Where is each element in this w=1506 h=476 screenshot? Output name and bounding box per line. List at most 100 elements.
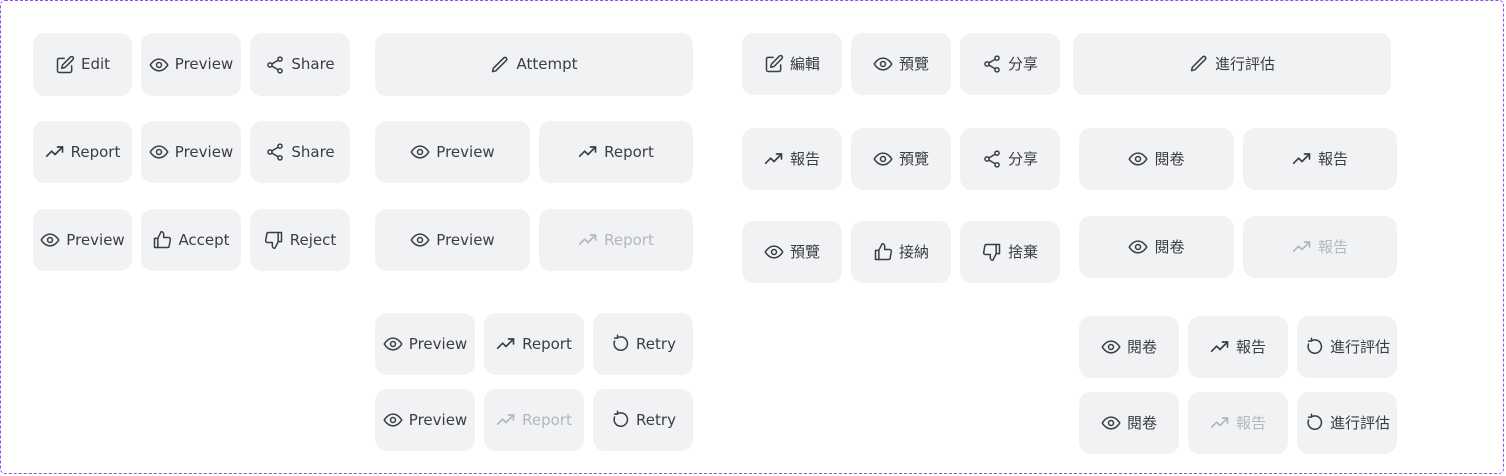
eye-icon	[1101, 413, 1121, 433]
eye-icon	[383, 334, 403, 354]
accept-button-zh[interactable]: 接納	[851, 221, 951, 283]
preview-label: Preview	[436, 230, 495, 249]
thumbs-down-icon	[982, 242, 1002, 262]
review-button-zh[interactable]: 閱卷	[1079, 392, 1179, 454]
accept-label: 接納	[898, 242, 929, 261]
preview-button[interactable]: Preview	[375, 121, 530, 183]
retry-button[interactable]: Retry	[593, 313, 693, 375]
accept-button[interactable]: Accept	[141, 209, 241, 271]
share-label: Share	[291, 142, 335, 161]
preview-label: Preview	[408, 410, 468, 429]
preview-label: Preview	[436, 142, 495, 161]
retry-label: 進行評估	[1329, 413, 1390, 432]
report-button-disabled: Report	[539, 209, 693, 271]
trend-icon	[45, 142, 65, 162]
edit-label: Edit	[80, 55, 111, 73]
reject-button[interactable]: Reject	[250, 209, 350, 271]
thumbs-up-icon	[152, 230, 172, 250]
review-button-zh[interactable]: 閱卷	[1079, 316, 1179, 378]
retry-button[interactable]: Retry	[593, 389, 693, 451]
trend-icon	[496, 410, 516, 430]
preview-button[interactable]: Preview	[33, 209, 132, 271]
attempt-label: 進行評估	[1214, 54, 1275, 73]
report-label: 報告	[1317, 149, 1348, 168]
report-label: Report	[70, 142, 121, 161]
report-button-zh[interactable]: 報告	[1243, 128, 1397, 190]
preview-button-zh[interactable]: 預覽	[742, 221, 842, 283]
edit-button-zh[interactable]: 編輯	[742, 33, 842, 95]
retry-button-zh[interactable]: 進行評估	[1297, 316, 1397, 378]
share-label: 分享	[1007, 54, 1038, 73]
trend-icon	[496, 334, 516, 354]
share-button-zh[interactable]: 分享	[960, 128, 1060, 190]
trend-icon	[1210, 413, 1230, 433]
attempt-button-zh[interactable]: 進行評估	[1073, 33, 1391, 95]
preview-button-zh[interactable]: 預覽	[851, 33, 951, 95]
trend-icon	[764, 149, 784, 169]
pencil-icon	[490, 55, 510, 75]
retry-icon	[610, 410, 630, 430]
reject-label: 捨棄	[1007, 242, 1038, 261]
attempt-label: Attempt	[516, 55, 578, 73]
eye-icon	[149, 142, 169, 162]
preview-label: Preview	[174, 55, 234, 73]
pencil-icon	[1189, 54, 1209, 74]
edit-icon	[55, 55, 75, 75]
preview-label: 預覽	[789, 242, 820, 261]
review-label: 閱卷	[1126, 413, 1157, 432]
trend-icon	[1292, 237, 1312, 257]
share-icon	[265, 55, 285, 75]
retry-label: Retry	[636, 410, 676, 429]
reject-label: Reject	[289, 230, 337, 249]
preview-label: Preview	[66, 230, 125, 249]
review-button-zh[interactable]: 閱卷	[1079, 216, 1234, 278]
preview-label: Preview	[408, 334, 468, 353]
eye-icon	[40, 230, 60, 250]
report-button[interactable]: Report	[484, 313, 584, 375]
preview-button[interactable]: Preview	[141, 33, 241, 96]
thumbs-up-icon	[873, 242, 893, 262]
share-label: 分享	[1007, 149, 1038, 168]
report-button-zh-disabled: 報告	[1243, 216, 1397, 278]
report-label: Report	[522, 410, 572, 429]
review-button-zh[interactable]: 閱卷	[1079, 128, 1234, 190]
retry-label: Retry	[636, 334, 676, 353]
report-button-disabled: Report	[484, 389, 584, 451]
report-label: 報告	[1317, 237, 1348, 256]
report-button-zh[interactable]: 報告	[742, 128, 842, 190]
edit-icon	[764, 54, 784, 74]
preview-button[interactable]: Preview	[141, 121, 241, 183]
eye-icon	[149, 55, 169, 75]
preview-button[interactable]: Preview	[375, 209, 530, 271]
preview-label: Preview	[174, 142, 234, 161]
trend-icon	[578, 230, 598, 250]
report-button-zh[interactable]: 報告	[1188, 316, 1288, 378]
report-button[interactable]: Report	[539, 121, 693, 183]
preview-label: 預覽	[898, 149, 929, 168]
preview-label: 預覽	[898, 54, 929, 73]
retry-icon	[610, 334, 630, 354]
report-label: 報告	[789, 149, 820, 168]
retry-icon	[1304, 337, 1324, 357]
report-label: Report	[604, 142, 654, 161]
share-button[interactable]: Share	[250, 33, 350, 96]
retry-button-zh[interactable]: 進行評估	[1297, 392, 1397, 454]
retry-icon	[1304, 413, 1324, 433]
preview-button[interactable]: Preview	[375, 313, 475, 375]
report-button[interactable]: Report	[33, 121, 132, 183]
share-icon	[982, 54, 1002, 74]
preview-button[interactable]: Preview	[375, 389, 475, 451]
eye-icon	[1128, 237, 1148, 257]
share-button[interactable]: Share	[250, 121, 350, 183]
reject-button-zh[interactable]: 捨棄	[960, 221, 1060, 283]
attempt-button[interactable]: Attempt	[375, 33, 693, 96]
review-label: 閱卷	[1154, 149, 1185, 168]
edit-button[interactable]: Edit	[33, 33, 132, 96]
trend-icon	[1292, 149, 1312, 169]
preview-button-zh[interactable]: 預覽	[851, 128, 951, 190]
report-label: Report	[522, 334, 572, 353]
share-button-zh[interactable]: 分享	[960, 33, 1060, 95]
report-label: 報告	[1235, 413, 1266, 432]
review-label: 閱卷	[1126, 337, 1157, 356]
share-icon	[982, 149, 1002, 169]
